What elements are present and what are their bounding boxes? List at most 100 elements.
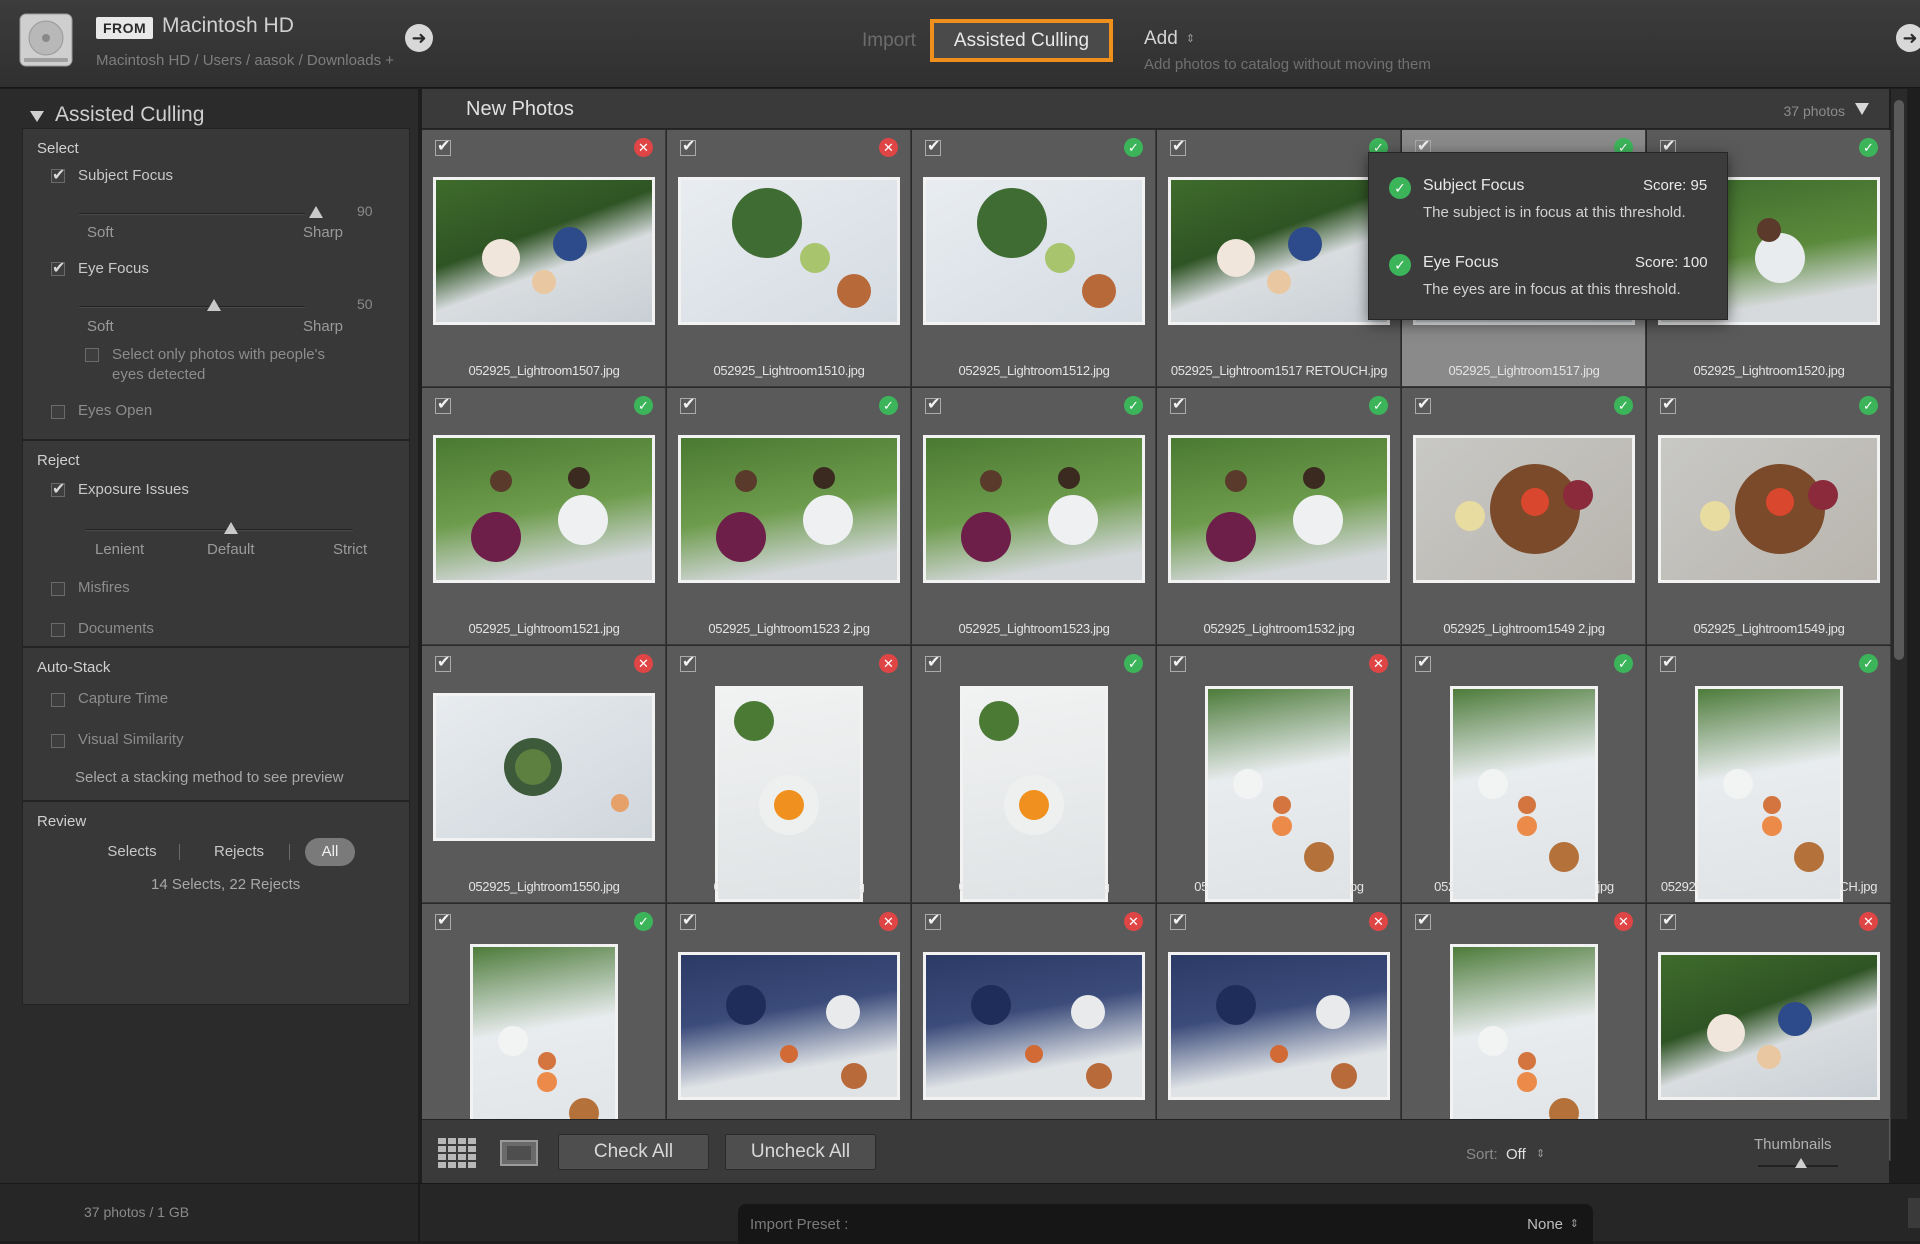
exposure-slider-knob[interactable] bbox=[224, 522, 238, 534]
photo-thumbnail[interactable] bbox=[923, 177, 1145, 325]
source-path[interactable]: Macintosh HD / Users / aasok / Downloads… bbox=[96, 52, 394, 69]
photo-cell[interactable]: ✓ 052925_Lightroom1523 2.jpg bbox=[667, 388, 911, 645]
thumbnail-size-knob[interactable] bbox=[1795, 1158, 1807, 1168]
photo-thumbnail[interactable] bbox=[923, 952, 1145, 1100]
photo-thumbnail[interactable] bbox=[1168, 952, 1390, 1100]
photo-cell[interactable]: ✓ 052925_Lightroom1555 RETOUCH.jpg bbox=[1647, 646, 1891, 903]
photo-thumbnail[interactable] bbox=[1450, 686, 1598, 902]
photo-thumbnail[interactable] bbox=[960, 686, 1108, 902]
uncheck-all-button[interactable]: Uncheck All bbox=[725, 1134, 876, 1170]
photo-checkbox[interactable] bbox=[680, 652, 696, 672]
photo-thumbnail[interactable] bbox=[433, 177, 655, 325]
documents-label: Documents bbox=[78, 620, 154, 637]
source-title[interactable]: Macintosh HD bbox=[162, 14, 294, 38]
photo-cell[interactable]: ✓052925_Lightroom1517 RETOUCH.jpg bbox=[1157, 130, 1401, 387]
exposure-issues-checkbox[interactable] bbox=[51, 479, 65, 499]
loupe-view-icon[interactable] bbox=[500, 1140, 538, 1166]
photo-thumbnail[interactable] bbox=[678, 177, 900, 325]
photo-cell[interactable]: ✓ 052925_Lightroom1549 2.jpg bbox=[1402, 388, 1646, 645]
photo-thumbnail[interactable] bbox=[678, 952, 900, 1100]
photo-thumbnail[interactable] bbox=[1168, 435, 1390, 583]
photo-checkbox[interactable] bbox=[925, 652, 941, 672]
review-rejects-button[interactable]: Rejects bbox=[199, 838, 279, 866]
visual-similarity-checkbox[interactable] bbox=[51, 734, 65, 748]
photo-thumbnail[interactable] bbox=[1168, 177, 1390, 325]
arrow-right-icon[interactable]: ➜ bbox=[1896, 24, 1920, 52]
misfires-checkbox[interactable] bbox=[51, 582, 65, 596]
import-preset-dropdown[interactable]: None bbox=[1527, 1216, 1563, 1233]
photo-thumbnail[interactable] bbox=[433, 693, 655, 841]
subject-focus-slider[interactable] bbox=[79, 213, 305, 215]
photo-checkbox[interactable] bbox=[1660, 910, 1676, 930]
photo-checkbox[interactable] bbox=[435, 394, 451, 414]
photo-thumbnail[interactable] bbox=[923, 435, 1145, 583]
photo-checkbox[interactable] bbox=[925, 394, 941, 414]
photo-cell[interactable]: ✓ 052925_Lightroom1512.jpg bbox=[912, 130, 1156, 387]
photo-checkbox[interactable] bbox=[1660, 652, 1676, 672]
photo-checkbox[interactable] bbox=[680, 394, 696, 414]
photo-checkbox[interactable] bbox=[1170, 652, 1186, 672]
photo-checkbox[interactable] bbox=[925, 136, 941, 156]
hard-drive-icon[interactable] bbox=[16, 10, 76, 70]
disclosure-triangle-icon[interactable] bbox=[30, 111, 44, 122]
eye-focus-slider[interactable] bbox=[79, 306, 305, 308]
review-selects-button[interactable]: Selects bbox=[93, 838, 171, 866]
eye-focus-slider-knob[interactable] bbox=[207, 299, 221, 311]
photo-cell[interactable]: ✓ 052925_Lightroom1549.jpg bbox=[1647, 388, 1891, 645]
photo-thumbnail[interactable] bbox=[715, 686, 863, 902]
photo-checkbox[interactable] bbox=[680, 910, 696, 930]
eye-focus-checkbox[interactable] bbox=[51, 258, 65, 278]
mode-assisted-culling[interactable]: Assisted Culling bbox=[930, 19, 1113, 62]
photo-thumbnail[interactable] bbox=[433, 435, 655, 583]
photo-checkbox[interactable] bbox=[1415, 394, 1431, 414]
capture-time-checkbox[interactable] bbox=[51, 693, 65, 707]
arrow-right-icon[interactable]: ➜ bbox=[405, 24, 433, 52]
people-eyes-only-checkbox[interactable] bbox=[85, 348, 99, 362]
photo-cell[interactable]: ✕ 052925_Lightroom1553.jpg bbox=[667, 646, 911, 903]
photo-checkbox[interactable] bbox=[1170, 394, 1186, 414]
reject-x-icon: ✕ bbox=[1859, 912, 1878, 931]
mode-add[interactable]: Add ⇕ bbox=[1144, 28, 1195, 50]
scrollbar-thumb[interactable] bbox=[1894, 100, 1904, 660]
eyes-open-checkbox[interactable] bbox=[51, 405, 65, 419]
photo-checkbox[interactable] bbox=[1415, 910, 1431, 930]
photo-checkbox[interactable] bbox=[435, 652, 451, 672]
photo-cell[interactable]: ✓ 052925_Lightroom1554.jpg bbox=[912, 646, 1156, 903]
photo-cell[interactable]: ✕ 052925_Lightroom1550.jpg bbox=[422, 646, 666, 903]
documents-checkbox[interactable] bbox=[51, 623, 65, 637]
photo-checkbox[interactable] bbox=[435, 910, 451, 930]
photo-thumbnail[interactable] bbox=[1658, 952, 1880, 1100]
photo-checkbox[interactable] bbox=[680, 136, 696, 156]
review-all-button[interactable]: All bbox=[305, 838, 355, 866]
dropdown-triangle-icon[interactable] bbox=[1855, 103, 1869, 115]
photo-cell[interactable]: ✓ 052925_Lightroom1555 2 (1).jpg bbox=[1402, 646, 1646, 903]
photo-cell[interactable]: ✕ 052925_Lightroom1507.jpg bbox=[422, 130, 666, 387]
photo-checkbox[interactable] bbox=[1660, 394, 1676, 414]
grid-view-icon[interactable] bbox=[438, 1138, 478, 1168]
subject-focus-checkbox[interactable] bbox=[51, 165, 65, 185]
photo-cell[interactable]: ✕ 052925_Lightroom1555 (1).jpg bbox=[1157, 646, 1401, 903]
photo-checkbox[interactable] bbox=[1170, 910, 1186, 930]
photo-thumbnail[interactable] bbox=[1695, 686, 1843, 902]
check-all-button[interactable]: Check All bbox=[558, 1134, 709, 1170]
photo-checkbox[interactable] bbox=[1170, 136, 1186, 156]
photo-thumbnail[interactable] bbox=[678, 435, 900, 583]
photo-checkbox[interactable] bbox=[925, 910, 941, 930]
photo-cell[interactable]: ✓ 052925_Lightroom1532.jpg bbox=[1157, 388, 1401, 645]
photo-checkbox[interactable] bbox=[1415, 652, 1431, 672]
photo-cell[interactable]: ✓ 052925_Lightroom1523.jpg bbox=[912, 388, 1156, 645]
photo-cell[interactable]: ✕ 052925_Lightroom1510.jpg bbox=[667, 130, 911, 387]
photo-checkbox[interactable] bbox=[435, 136, 451, 156]
photo-thumbnail[interactable] bbox=[1205, 686, 1353, 902]
photo-thumbnail[interactable] bbox=[1658, 435, 1880, 583]
mode-import[interactable]: Import bbox=[862, 30, 916, 52]
photo-content bbox=[799, 243, 830, 274]
photo-cell[interactable]: ✓ 052925_Lightroom1521.jpg bbox=[422, 388, 666, 645]
subject-focus-slider-knob[interactable] bbox=[309, 206, 323, 218]
updown-arrows-icon[interactable]: ⇕ bbox=[1536, 1147, 1545, 1160]
footer-collapse-handle[interactable] bbox=[1908, 1198, 1920, 1228]
exposure-slider[interactable] bbox=[85, 529, 353, 531]
import-preset-bar[interactable]: Import Preset : None ⇕ bbox=[738, 1204, 1593, 1244]
photo-thumbnail[interactable] bbox=[1413, 435, 1635, 583]
sort-dropdown[interactable]: Off bbox=[1506, 1146, 1526, 1163]
